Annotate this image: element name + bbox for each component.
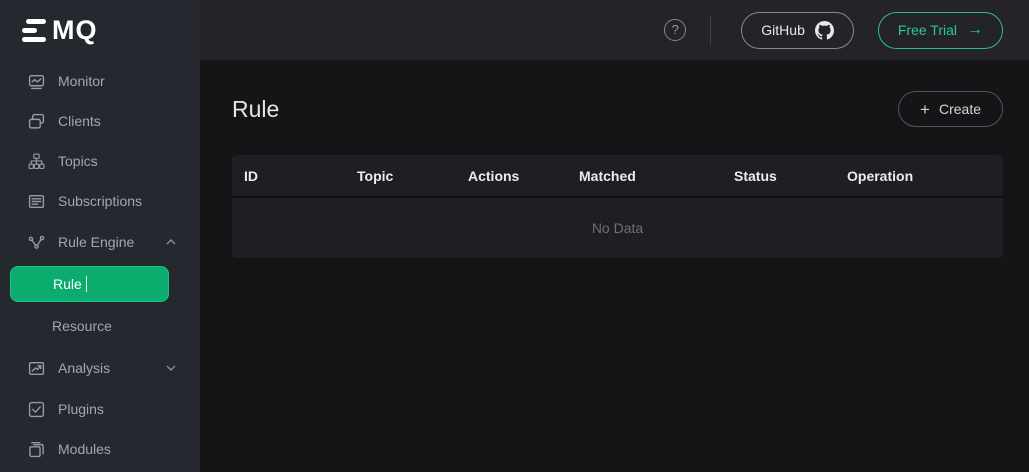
sidebar-item-label: Topics: [58, 153, 98, 169]
page-head: Rule + Create: [232, 91, 1003, 127]
column-header-topic: Topic: [345, 168, 456, 184]
help-icon[interactable]: ?: [664, 19, 686, 41]
plugins-icon: [28, 401, 45, 418]
free-trial-button[interactable]: Free Trial →: [878, 12, 1003, 49]
sidebar-item-label: Subscriptions: [58, 193, 142, 209]
table-header-row: ID Topic Actions Matched Status Operatio…: [232, 155, 1003, 198]
arrow-right-icon: →: [967, 22, 983, 38]
plus-icon: +: [920, 101, 930, 118]
rule-selected-pill[interactable]: Rule: [10, 266, 169, 302]
emq-logo-text: MQ: [52, 17, 98, 44]
github-button[interactable]: GitHub: [741, 12, 854, 49]
sidebar-subitem-rule[interactable]: Rule: [0, 263, 200, 305]
sidebar-item-label: Rule Engine: [58, 234, 134, 250]
sidebar-item-modules[interactable]: Modules: [0, 429, 200, 469]
sidebar-item-plugins[interactable]: Plugins: [0, 389, 200, 429]
sidebar-nav: Monitor Clients Topics Subscriptions Rul: [0, 61, 200, 469]
chevron-up-icon: [166, 239, 176, 245]
column-header-operation: Operation: [835, 168, 1003, 184]
column-header-id: ID: [232, 168, 345, 184]
sidebar-subitem-label: Resource: [52, 318, 112, 334]
emq-logo[interactable]: MQ: [0, 0, 200, 44]
header-divider: [710, 15, 711, 45]
sidebar-item-topics[interactable]: Topics: [0, 141, 200, 181]
sidebar-item-analysis[interactable]: Analysis: [0, 347, 200, 389]
sidebar-item-subscriptions[interactable]: Subscriptions: [0, 181, 200, 221]
clients-icon: [28, 113, 45, 130]
free-trial-label: Free Trial: [898, 22, 957, 38]
sidebar-item-label: Modules: [58, 441, 111, 457]
rule-engine-icon: [28, 234, 45, 251]
monitor-icon: [28, 73, 45, 90]
sidebar-item-label: Clients: [58, 113, 101, 129]
sidebar-item-label: Monitor: [58, 73, 105, 89]
sidebar-item-clients[interactable]: Clients: [0, 101, 200, 141]
subscriptions-icon: [28, 193, 45, 210]
sidebar-item-monitor[interactable]: Monitor: [0, 61, 200, 101]
text-cursor: [86, 276, 87, 292]
create-button[interactable]: + Create: [898, 91, 1003, 127]
github-button-label: GitHub: [761, 22, 805, 38]
rules-table: ID Topic Actions Matched Status Operatio…: [232, 155, 1003, 258]
github-octocat-icon: [815, 21, 834, 40]
sidebar-item-label: Plugins: [58, 401, 104, 417]
create-button-label: Create: [939, 101, 981, 117]
table-empty-state: No Data: [232, 198, 1003, 258]
column-header-actions: Actions: [456, 168, 567, 184]
column-header-matched: Matched: [567, 168, 722, 184]
analysis-icon: [28, 360, 45, 377]
topics-icon: [28, 153, 45, 170]
page-title: Rule: [232, 96, 279, 123]
sidebar-item-rule-engine[interactable]: Rule Engine: [0, 221, 200, 263]
chevron-down-icon: [166, 365, 176, 371]
sidebar-subitem-resource[interactable]: Resource: [0, 305, 200, 347]
emq-logo-e-icon: [22, 19, 46, 42]
top-header: ? GitHub Free Trial →: [200, 0, 1029, 60]
sidebar-subitem-label: Rule: [53, 276, 82, 292]
main-content: Rule + Create ID Topic Actions Matched S…: [200, 60, 1029, 472]
column-header-status: Status: [722, 168, 835, 184]
modules-icon: [28, 441, 45, 458]
sidebar: MQ Monitor Clients Topics Subscription: [0, 0, 200, 472]
sidebar-item-label: Analysis: [58, 360, 110, 376]
